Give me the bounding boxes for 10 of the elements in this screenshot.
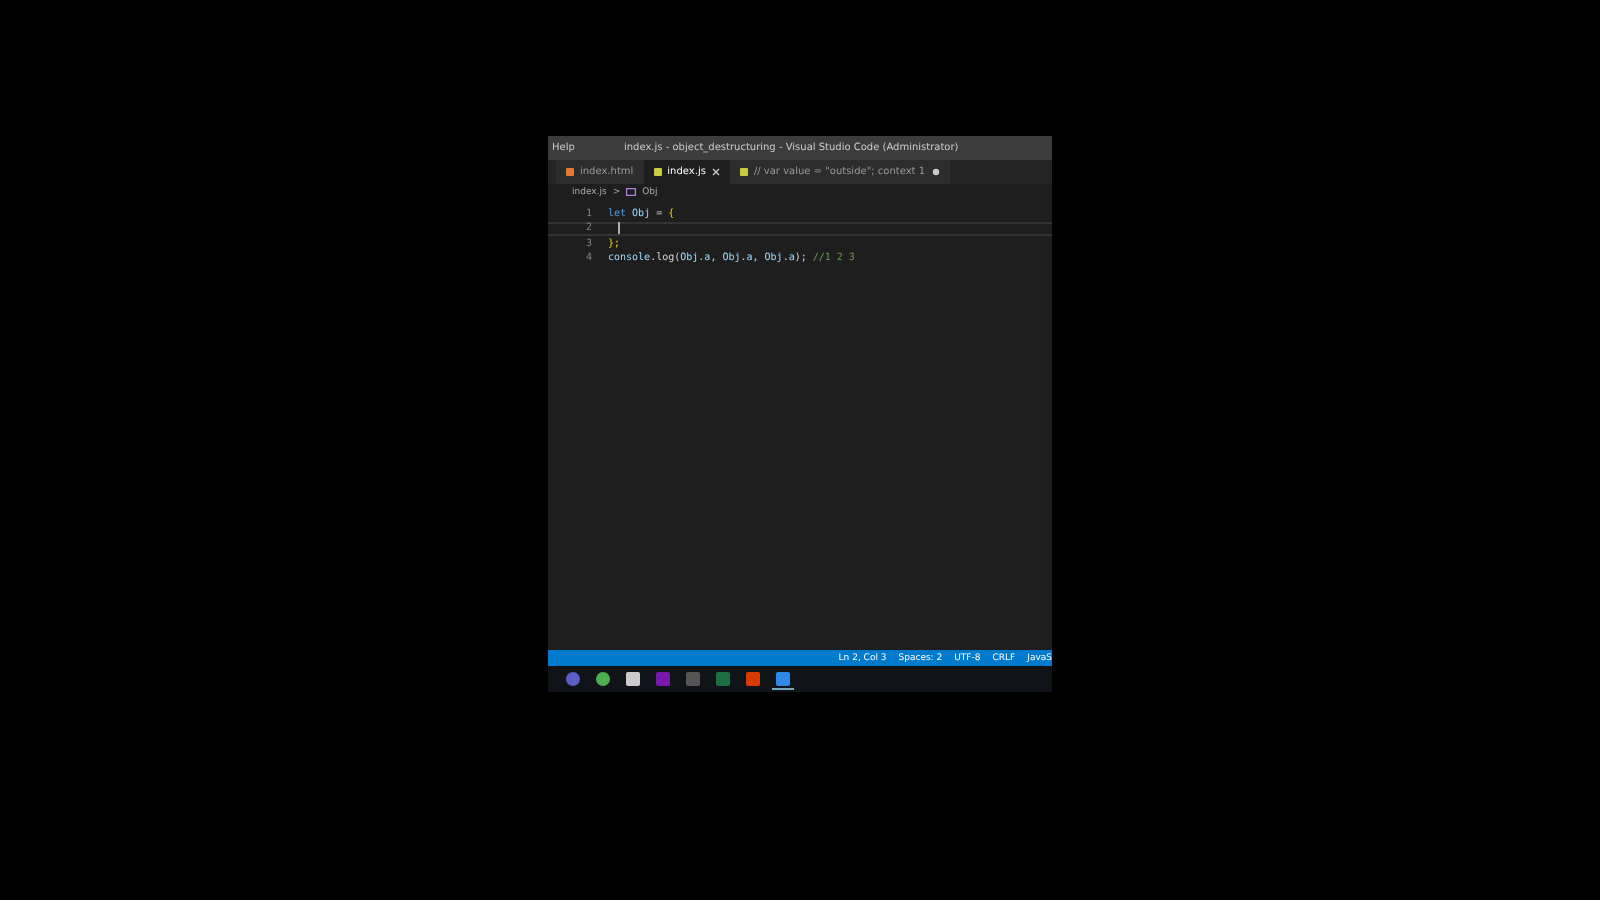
- taskbar-app-icon[interactable]: [622, 668, 644, 690]
- taskbar-app-icon[interactable]: [772, 668, 794, 690]
- symbol-icon: [626, 188, 637, 196]
- close-icon[interactable]: [711, 168, 720, 176]
- taskbar-app-icon[interactable]: [592, 668, 614, 690]
- file-icon: [566, 168, 574, 176]
- file-icon: [739, 168, 748, 176]
- file-icon: [653, 168, 662, 176]
- unsaved-dot-icon: [931, 168, 940, 176]
- text-cursor-icon: [618, 222, 620, 235]
